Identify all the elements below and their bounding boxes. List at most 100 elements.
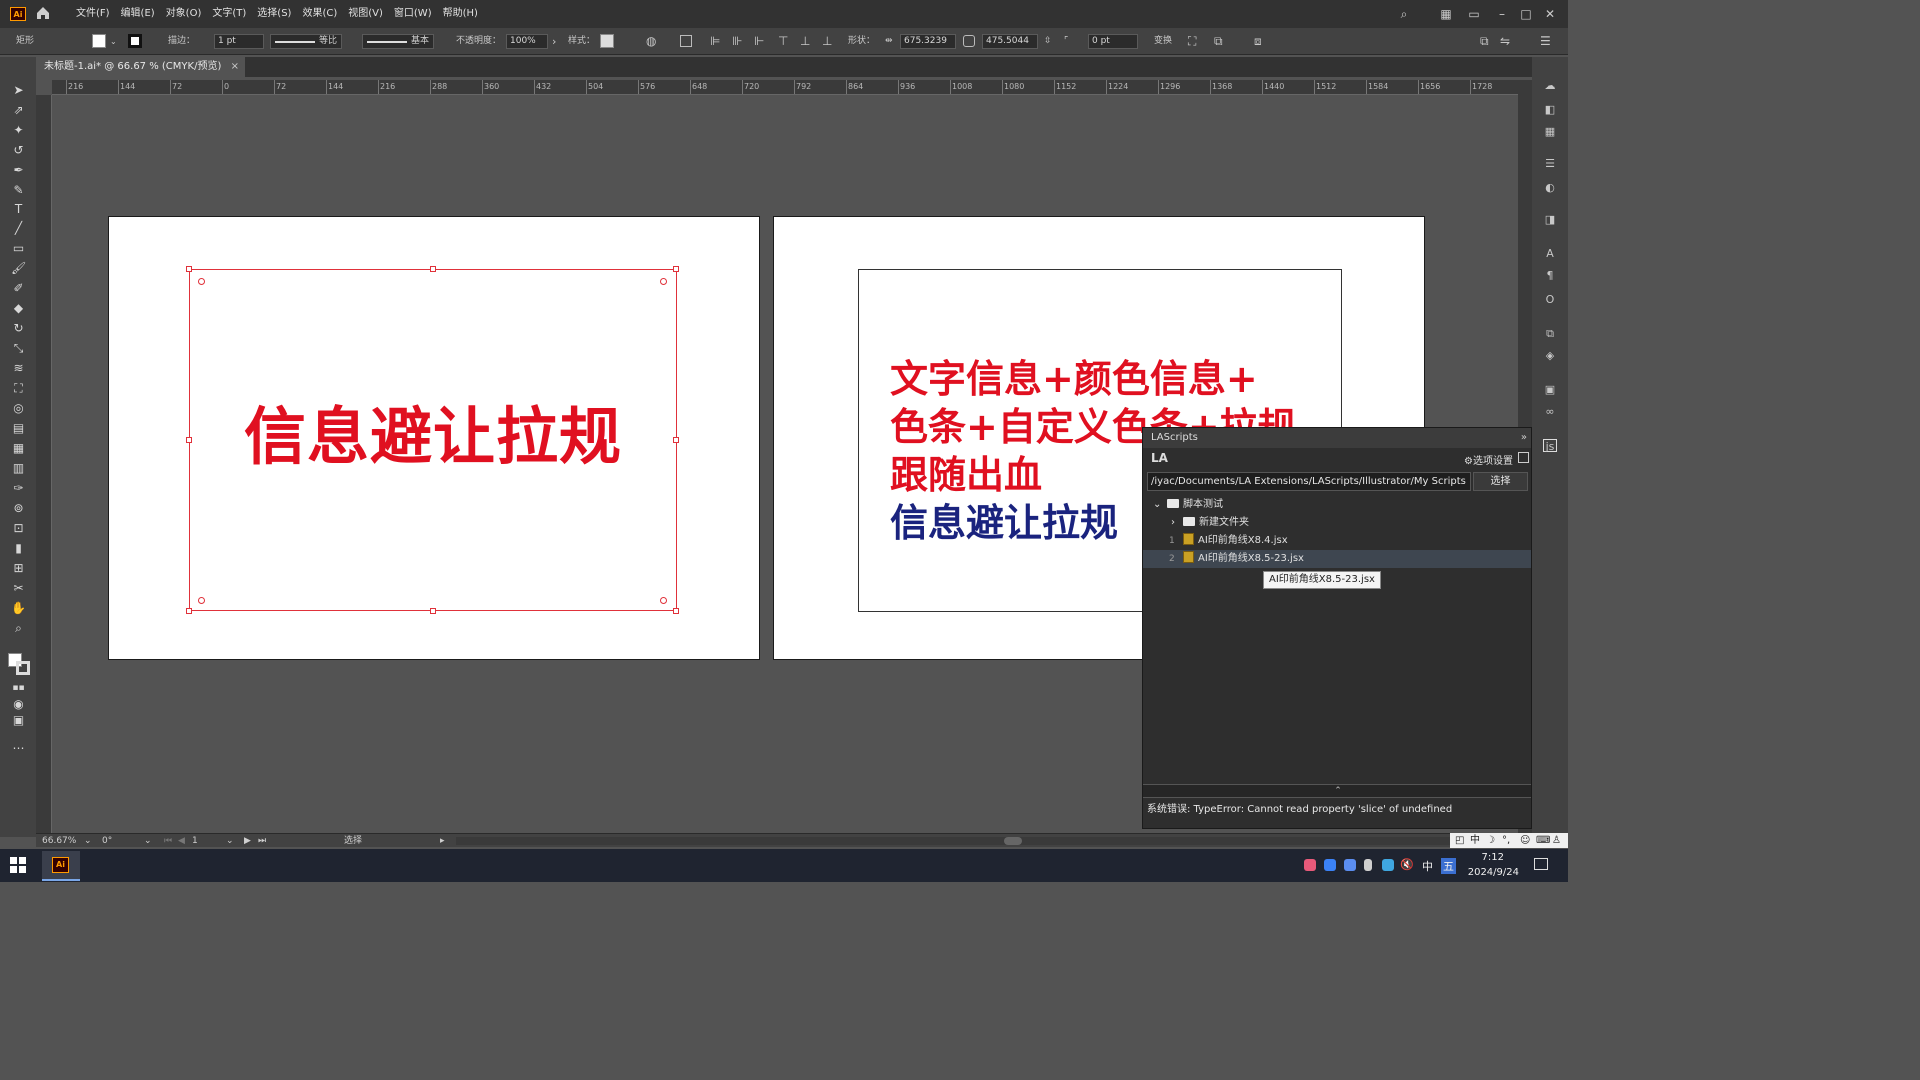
tree-root-folder[interactable]: ⌄ 脚本测试 xyxy=(1143,496,1531,514)
selection-handle[interactable] xyxy=(673,608,679,614)
scripts-panel-icon[interactable]: js xyxy=(1543,439,1557,453)
artboard-number[interactable]: 1 xyxy=(192,834,198,848)
stroke-color-box[interactable] xyxy=(16,661,30,675)
horizontal-scrollbar[interactable] xyxy=(456,837,1490,845)
graphic-style-swatch[interactable] xyxy=(600,34,614,48)
line-tool-icon[interactable]: ╱ xyxy=(11,221,26,236)
chevron-right-icon[interactable]: › xyxy=(552,28,556,55)
corner-widget[interactable] xyxy=(198,597,205,604)
menu-file[interactable]: 文件(F) xyxy=(76,0,110,28)
links-icon[interactable]: ∞ xyxy=(1543,405,1557,418)
corner-radius-field[interactable]: 0 pt xyxy=(1088,34,1138,49)
zoom-tool-icon[interactable]: ⌕ xyxy=(11,621,26,636)
scroll-thumb[interactable] xyxy=(1004,837,1022,845)
artboard-tool-icon[interactable]: ⊞ xyxy=(11,561,26,576)
shaper-tool-icon[interactable]: ✐ xyxy=(11,281,26,296)
stroke-profile-dropdown[interactable]: 等比 xyxy=(270,34,342,49)
appearance-icon[interactable]: ◐ xyxy=(1543,181,1557,194)
tree-item-selected[interactable]: 2 AI印前角线X8.5-23.jsx xyxy=(1143,550,1531,568)
selection-handle[interactable] xyxy=(186,608,192,614)
emoji-icon[interactable]: ☺ xyxy=(1520,833,1530,848)
arrange-icon[interactable]: ⧉ xyxy=(1214,28,1223,55)
tray-app-icon[interactable] xyxy=(1304,859,1316,871)
free-transform-tool-icon[interactable]: ⛶ xyxy=(11,381,26,396)
menu-object[interactable]: 对象(O) xyxy=(166,0,202,28)
lasso-tool-icon[interactable]: ↺ xyxy=(11,143,26,158)
tray-usb-icon[interactable] xyxy=(1364,859,1372,871)
ime-mode[interactable]: 中 xyxy=(1470,833,1480,848)
tray-app-icon[interactable] xyxy=(1382,859,1394,871)
selection-handle[interactable] xyxy=(430,266,436,272)
panel-header[interactable]: LAScripts » xyxy=(1143,428,1531,448)
clock-date[interactable]: 2024/9/24 xyxy=(1468,867,1519,878)
tray-app-icon[interactable] xyxy=(1344,859,1356,871)
artboard1-heading[interactable]: 信息避让拉规 xyxy=(190,400,676,474)
fill-swatch[interactable] xyxy=(92,34,106,48)
screen-mode-icon[interactable]: ▣ xyxy=(11,713,26,728)
document-tab[interactable]: 未标题-1.ai* @ 66.67 % (CMYK/预览) × xyxy=(38,57,245,77)
perspective-grid-tool-icon[interactable]: ▤ xyxy=(11,421,26,436)
align-right-icon[interactable]: ⊩ xyxy=(754,28,764,55)
next-artboard-icon[interactable]: ▶ xyxy=(244,834,251,848)
menu-type[interactable]: 文字(T) xyxy=(212,0,246,28)
distribute-icon[interactable]: ⧈ xyxy=(1254,28,1262,55)
symbol-sprayer-tool-icon[interactable]: ⊡ xyxy=(11,521,26,536)
taskbar-ime-layout[interactable]: 五 xyxy=(1441,858,1456,874)
eyedropper-tool-icon[interactable]: ✑ xyxy=(11,481,26,496)
previous-artboard-icon[interactable]: ◀ xyxy=(178,834,185,848)
menu-effect[interactable]: 效果(C) xyxy=(302,0,337,28)
stroke-panel-icon[interactable]: ☰ xyxy=(1543,157,1557,170)
direct-selection-tool-icon[interactable]: ⇗ xyxy=(11,103,26,118)
flip-icon[interactable]: ⇋ xyxy=(1500,28,1510,55)
keyboard-icon[interactable]: ⌨ xyxy=(1536,833,1550,848)
chevron-down-icon[interactable]: ⌄ xyxy=(226,834,234,848)
rotation-value[interactable]: 0° xyxy=(102,834,112,848)
align-to-icon[interactable] xyxy=(680,35,692,47)
chevron-down-icon[interactable]: ⌄ xyxy=(1153,496,1161,514)
zoom-level[interactable]: 66.67% xyxy=(42,834,76,848)
scale-tool-icon[interactable]: ⤡ xyxy=(11,341,26,356)
mesh-tool-icon[interactable]: ▦ xyxy=(11,441,26,456)
choose-button[interactable]: 选择 xyxy=(1473,472,1528,491)
selection-tool-icon[interactable]: ➤ xyxy=(11,83,26,98)
punctuation-icon[interactable]: °, xyxy=(1502,833,1510,848)
last-artboard-icon[interactable]: ⏭ xyxy=(258,834,266,848)
swatches-icon[interactable]: ▦ xyxy=(1543,125,1557,138)
selection-handle[interactable] xyxy=(186,266,192,272)
corner-widget[interactable] xyxy=(660,278,667,285)
artboard2-line-1[interactable]: 文字信息+颜色信息+ xyxy=(890,356,1258,402)
scripts-path-field[interactable]: /iyac/Documents/LA Extensions/LAScripts/… xyxy=(1147,472,1471,491)
align-top-icon[interactable]: ⊤ xyxy=(778,28,788,55)
windows-start-icon[interactable] xyxy=(10,857,26,873)
paintbrush-tool-icon[interactable]: 🖌 xyxy=(11,261,26,276)
corner-widget[interactable] xyxy=(660,597,667,604)
align-center-icon[interactable]: ⊪ xyxy=(732,28,742,55)
isolate-icon[interactable]: ⛶ xyxy=(1188,28,1196,55)
volume-muted-icon[interactable]: 🔇 xyxy=(1400,859,1414,871)
close-icon[interactable]: ✕ xyxy=(1536,0,1564,28)
search-icon[interactable]: ⌕ xyxy=(1390,0,1418,28)
blend-tool-icon[interactable]: ⊚ xyxy=(11,501,26,516)
curvature-tool-icon[interactable]: ✎ xyxy=(11,183,26,198)
more-tools-icon[interactable]: ⋯ xyxy=(11,741,26,756)
corner-widget[interactable] xyxy=(198,278,205,285)
ime-logo-icon[interactable]: ◰ xyxy=(1455,833,1464,848)
warp-tool-icon[interactable]: ≋ xyxy=(11,361,26,376)
properties-icon[interactable]: ◧ xyxy=(1543,103,1557,116)
chevron-down-icon[interactable]: ⌄ xyxy=(110,28,117,55)
color-mode-icon[interactable]: ▪▪ xyxy=(11,681,26,696)
image-trace-icon[interactable]: ▣ xyxy=(1543,383,1557,396)
external-window-icon[interactable] xyxy=(1518,452,1529,463)
transparency-icon[interactable]: ◨ xyxy=(1543,213,1557,226)
align-middle-icon[interactable]: ⊥ xyxy=(800,28,810,55)
workspace-icon[interactable]: ▭ xyxy=(1460,0,1488,28)
selection-handle[interactable] xyxy=(673,266,679,272)
corner-type-icon[interactable]: ⌜ xyxy=(1064,28,1068,55)
taskbar-ime-mode[interactable]: 中 xyxy=(1422,858,1433,874)
moon-icon[interactable]: ☽ xyxy=(1486,833,1495,848)
brush-dropdown[interactable]: 基本 xyxy=(362,34,434,49)
stroke-weight-field[interactable]: 1 pt xyxy=(214,34,264,49)
rectangle-tool-icon[interactable]: ▭ xyxy=(11,241,26,256)
artboard2-line-3[interactable]: 跟随出血 xyxy=(890,452,1042,498)
draw-mode-icon[interactable]: ◉ xyxy=(11,697,26,712)
